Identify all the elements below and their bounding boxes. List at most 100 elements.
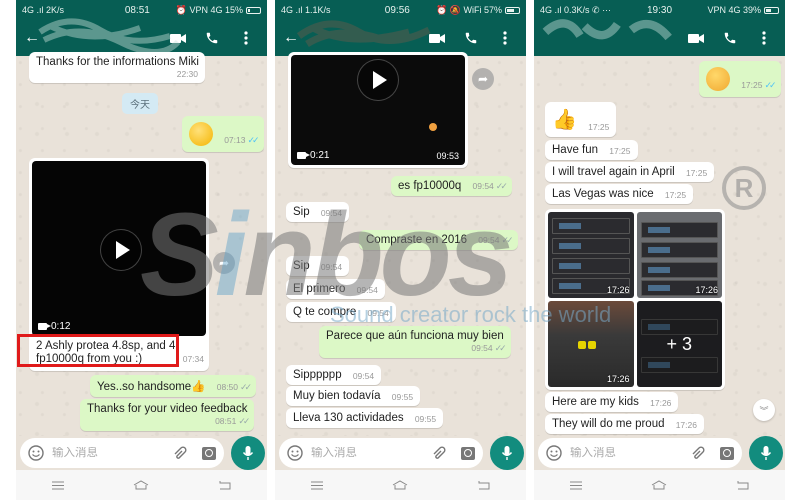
chat-area[interactable]: 17:25 ✓✓ 👍 17:25 Have fun 17:25 I will tr… [534,56,785,436]
camera-icon[interactable] [720,446,734,460]
camera-icon[interactable] [202,446,216,460]
more-photos-count: + 3 [636,301,722,387]
system-nav-bar [534,470,785,500]
status-indicators: ⏰ VPN 4G 15% [175,4,244,15]
chat-area[interactable]: 0:21 09:53 ➦ es fp10000q 09:54 ✓✓ Sip 09:… [275,52,526,436]
photo-album-message[interactable]: 17:26 17:26 17:26 + 3 [545,209,725,390]
message-time: 09:54 [471,343,493,353]
home-nav-icon[interactable] [126,475,156,495]
battery-icon [764,6,780,14]
message-time: 22:30 [176,69,198,79]
attach-icon[interactable] [690,445,706,461]
message-text: Here are my kids [552,396,639,408]
back-nav-icon[interactable] [210,475,240,495]
message-time: 17:25 [685,168,708,178]
message-time: 17:25 [664,190,687,200]
message-time: 09:54 [367,308,389,318]
play-icon[interactable] [357,59,399,101]
forward-icon[interactable]: ➦ [213,252,235,274]
message-incoming: They will do me proud 17:26 [545,414,704,434]
mic-button[interactable] [749,436,783,470]
video-duration: 0:12 [51,321,71,332]
composer [275,436,526,470]
video-thumbnail[interactable]: 0:12 [32,161,206,336]
message-incoming: Here are my kids 17:26 [545,392,679,412]
smiling-emoji-icon [706,67,730,91]
photo-thumbnail[interactable]: 17:26 [548,212,634,298]
message-text: El primero [293,283,346,295]
menu-nav-icon[interactable] [43,475,73,495]
mic-button[interactable] [490,436,524,470]
photo-thumbnail-more[interactable]: + 3 [636,301,722,387]
redacted-contact-name [542,19,672,41]
photo-thumbnail[interactable]: 17:26 [636,212,722,298]
message-time: 09:54 [478,235,500,245]
more-options-icon[interactable] [233,25,259,51]
emoji-icon[interactable] [546,445,562,461]
emoji-icon[interactable] [28,445,44,461]
mic-icon [760,446,772,460]
back-nav-icon[interactable] [469,475,499,495]
message-time: 08:50 [216,382,239,392]
voice-call-icon[interactable] [458,25,484,51]
photo-time: 17:26 [606,374,630,384]
chat-area[interactable]: Thanks for the informations Miki 22:30 今… [16,52,267,436]
thumbs-up-emoji-icon: 👍 [191,381,206,393]
read-receipt-icon: ✓✓ [501,235,514,245]
back-nav-icon[interactable] [728,475,758,495]
more-options-icon[interactable] [492,25,518,51]
attach-icon[interactable] [172,445,188,461]
battery-icon [505,6,521,14]
voice-call-icon[interactable] [717,25,743,51]
message-time: 17:26 [675,420,697,430]
video-camera-icon [297,152,310,159]
message-text: Parece que aún funciona muy bien [326,330,504,342]
message-input[interactable] [570,447,680,459]
photo-time: 17:26 [606,285,630,295]
home-nav-icon[interactable] [644,475,674,495]
date-badge: 今天 [122,93,158,114]
camera-icon[interactable] [461,446,475,460]
message-text: Compraste en 2016 [366,234,468,246]
read-receipt-icon: ✓✓ [247,135,259,145]
play-icon[interactable] [100,229,142,271]
message-incoming: Sipppppp 09:54 [286,365,382,385]
message-incoming: Sip 09:54 [286,256,350,276]
message-outgoing: Yes..so handsome👍 08:50 ✓✓ [90,375,257,397]
message-time: 09:54 [320,262,343,272]
message-outgoing: es fp10000q 09:54 ✓✓ [391,176,512,196]
emoji-icon[interactable] [287,445,303,461]
attach-icon[interactable] [431,445,447,461]
video-message[interactable]: 0:21 09:53 [288,52,468,168]
video-thumbnail[interactable]: 0:21 09:53 [291,55,465,165]
message-input[interactable] [311,447,421,459]
red-highlight-box [17,334,179,367]
message-time: 09:54 [320,208,343,218]
voice-call-icon[interactable] [199,25,225,51]
mic-button[interactable] [231,436,265,470]
message-incoming: El primero 09:54 [286,279,385,299]
message-time: 07:13 [224,135,246,145]
message-time: 07:34 [182,354,204,364]
photo-thumbnail[interactable]: 17:26 [548,301,634,387]
message-outgoing: Parece que aún funciona muy bien 09:54 ✓✓ [319,326,511,358]
forward-icon[interactable]: ➦ [472,68,494,90]
home-nav-icon[interactable] [385,475,415,495]
video-call-icon[interactable] [683,25,709,51]
menu-nav-icon[interactable] [561,475,591,495]
message-input[interactable] [52,447,162,459]
menu-nav-icon[interactable] [302,475,332,495]
battery-icon [246,6,262,14]
message-text: Thanks for your video feedback [87,403,248,415]
scroll-to-bottom-button[interactable]: ︾ [753,399,775,421]
message-text: es fp10000q [398,180,462,192]
chat-header: ← [16,18,267,56]
message-incoming: I will travel again in April 17:25 [545,162,715,182]
message-text: Q te compre [293,306,357,318]
more-options-icon[interactable] [751,25,777,51]
message-time: 17:25 [609,146,631,156]
message-incoming: Thanks for the informations Miki 22:30 [29,52,205,83]
composer [534,436,785,470]
message-text: Muy bien todavía [293,390,381,402]
double-chevron-down-icon: ︾ [759,405,769,416]
